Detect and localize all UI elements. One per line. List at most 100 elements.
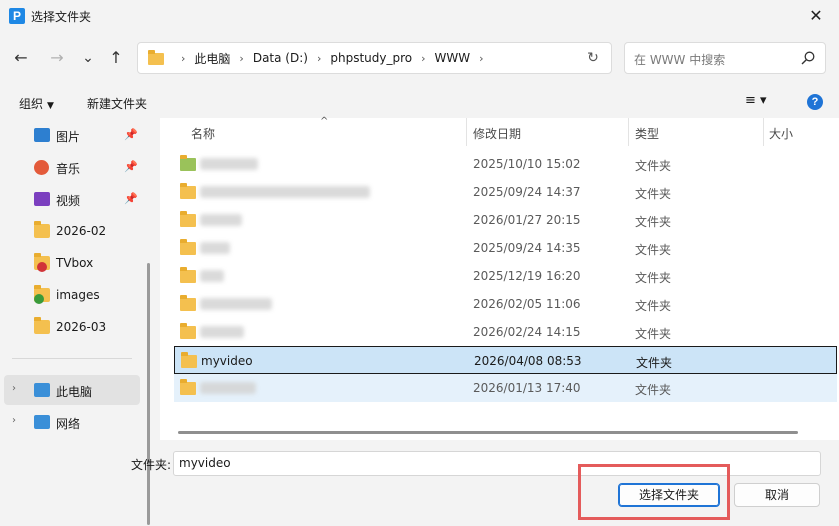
sidebar-item-label: 视频	[56, 194, 81, 208]
up-arrow-icon[interactable]: ↑	[104, 46, 128, 70]
app-icon: P	[9, 8, 25, 24]
computer-icon	[34, 383, 50, 397]
folder-icon	[180, 323, 196, 339]
view-options-icon[interactable]: ≡ ▾	[745, 93, 779, 111]
sidebar-scrollbar[interactable]	[147, 263, 150, 525]
command-bar: 组织 ▼ 新建文件夹 ≡ ▾ ?	[0, 86, 839, 118]
modified-date: 2026/01/27 20:15	[473, 213, 581, 227]
chevron-right-icon[interactable]: ›	[239, 52, 243, 65]
refresh-icon[interactable]: ↻	[583, 48, 603, 68]
pin-icon[interactable]: 📌	[124, 160, 138, 173]
table-row[interactable]: 2025/10/10 15:02 文件夹	[174, 150, 837, 178]
caret-down-icon: ▼	[47, 101, 54, 111]
table-row[interactable]: 2025/09/24 14:35 文件夹	[174, 234, 837, 262]
table-row[interactable]: 2025/12/19 16:20 文件夹	[174, 262, 837, 290]
sidebar-item-2026-03[interactable]: 2026-03	[0, 312, 142, 342]
redacted-name	[200, 214, 242, 226]
redacted-name	[200, 158, 258, 170]
address-bar[interactable]: › 此电脑 › Data (D:) › phpstudy_pro › WWW ›…	[137, 42, 612, 74]
modified-date: 2026/02/05 11:06	[473, 297, 581, 311]
table-row[interactable]: 2026/02/05 11:06 文件夹	[174, 290, 837, 318]
back-arrow-icon[interactable]: ←	[9, 46, 33, 70]
column-divider[interactable]	[466, 118, 467, 146]
sidebar-item-label: images	[56, 288, 100, 302]
organize-menu[interactable]: 组织 ▼	[19, 95, 54, 112]
table-row[interactable]: 2025/09/24 14:37 文件夹	[174, 178, 837, 206]
item-type: 文件夹	[635, 215, 672, 229]
chevron-right-icon[interactable]: ›	[479, 52, 483, 65]
redacted-name	[200, 298, 272, 310]
breadcrumb-item[interactable]: 此电脑	[194, 50, 230, 67]
column-header-type[interactable]: 类型	[635, 125, 659, 153]
folder-icon	[180, 295, 196, 311]
redacted-name	[200, 242, 230, 254]
table-row-selected[interactable]: myvideo 2026/04/08 08:53 文件夹	[174, 346, 837, 374]
pin-icon[interactable]: 📌	[124, 128, 138, 141]
item-type: 文件夹	[635, 299, 672, 313]
column-header-name[interactable]: 名称	[191, 125, 215, 153]
navigation-bar: ← → ⌄ ↑ › 此电脑 › Data (D:) › phpstudy_pro…	[0, 38, 839, 78]
pictures-icon	[34, 128, 50, 142]
item-type: 文件夹	[635, 187, 672, 201]
sidebar-item-pictures[interactable]: 图片 📌	[0, 120, 142, 150]
column-divider[interactable]	[628, 118, 629, 146]
breadcrumb-item[interactable]: phpstudy_pro	[330, 51, 412, 65]
sidebar-item-label: 此电脑	[56, 385, 93, 399]
table-row[interactable]: 2026/01/27 20:15 文件夹	[174, 206, 837, 234]
annotation-highlight-box	[578, 464, 730, 520]
folder-icon	[148, 50, 164, 65]
sidebar-item-music[interactable]: 音乐 📌	[0, 152, 142, 182]
chevron-right-icon[interactable]: ›	[317, 52, 321, 65]
item-type: 文件夹	[635, 383, 672, 397]
help-icon[interactable]: ?	[807, 94, 823, 110]
item-type: 文件夹	[635, 271, 672, 285]
breadcrumb-item[interactable]: Data (D:)	[253, 51, 308, 65]
forward-arrow-icon[interactable]: →	[45, 46, 69, 70]
expand-chevron-icon[interactable]: ›	[12, 383, 16, 394]
search-icon[interactable]	[801, 51, 815, 65]
videos-icon	[34, 192, 50, 206]
modified-date: 2026/02/24 14:15	[473, 325, 581, 339]
close-button[interactable]: ✕	[793, 0, 839, 32]
sidebar-divider	[12, 358, 132, 359]
modified-date: 2025/10/10 15:02	[473, 157, 581, 171]
horizontal-scrollbar[interactable]	[178, 431, 798, 434]
sync-ok-badge-icon	[34, 294, 44, 304]
error-badge-icon	[37, 262, 47, 272]
chevron-right-icon[interactable]: ›	[421, 52, 425, 65]
column-header-size[interactable]: 大小	[769, 125, 793, 153]
sidebar-item-label: 图片	[56, 130, 81, 144]
cancel-button[interactable]: 取消	[734, 483, 820, 507]
search-placeholder: 在 WWW 中搜索	[634, 53, 726, 67]
sidebar-item-tvbox[interactable]: TVbox	[0, 248, 142, 278]
sidebar-item-videos[interactable]: 视频 📌	[0, 184, 142, 214]
sidebar-item-images[interactable]: images	[0, 280, 142, 310]
sidebar-item-label: TVbox	[56, 256, 94, 270]
redacted-name	[200, 270, 224, 282]
table-row[interactable]: 2026/02/24 14:15 文件夹	[174, 318, 837, 346]
pin-icon[interactable]: 📌	[124, 192, 138, 205]
recent-locations-chevron-icon[interactable]: ⌄	[76, 46, 100, 70]
column-header-date[interactable]: 修改日期	[473, 125, 521, 153]
redacted-name	[200, 186, 370, 198]
sidebar-item-this-pc[interactable]: › 此电脑	[4, 375, 140, 405]
breadcrumb-item[interactable]: WWW	[435, 51, 471, 65]
sidebar-item-label: 音乐	[56, 162, 81, 176]
column-divider[interactable]	[763, 118, 764, 146]
item-type: 文件夹	[636, 356, 673, 370]
sidebar-item-2026-02[interactable]: 2026-02	[0, 216, 142, 246]
modified-date: 2026/04/08 08:53	[474, 354, 582, 368]
table-row[interactable]: 2026/01/13 17:40 文件夹	[174, 374, 837, 402]
folder-icon	[180, 211, 196, 227]
folder-icon	[180, 183, 196, 199]
sidebar-item-network[interactable]: › 网络	[0, 407, 142, 437]
search-input[interactable]: 在 WWW 中搜索	[624, 42, 826, 74]
file-name: myvideo	[201, 354, 253, 368]
sidebar-item-label: 2026-03	[56, 320, 107, 334]
new-folder-button[interactable]: 新建文件夹	[87, 95, 147, 112]
file-list: 名称 ^ 修改日期 类型 大小 2025/10/10 15:02 文件夹 202…	[160, 116, 839, 440]
folder-icon	[180, 155, 196, 171]
expand-chevron-icon[interactable]: ›	[12, 415, 16, 426]
breadcrumb: › 此电脑 › Data (D:) › phpstudy_pro › WWW ›	[172, 43, 493, 73]
chevron-right-icon[interactable]: ›	[181, 52, 185, 65]
